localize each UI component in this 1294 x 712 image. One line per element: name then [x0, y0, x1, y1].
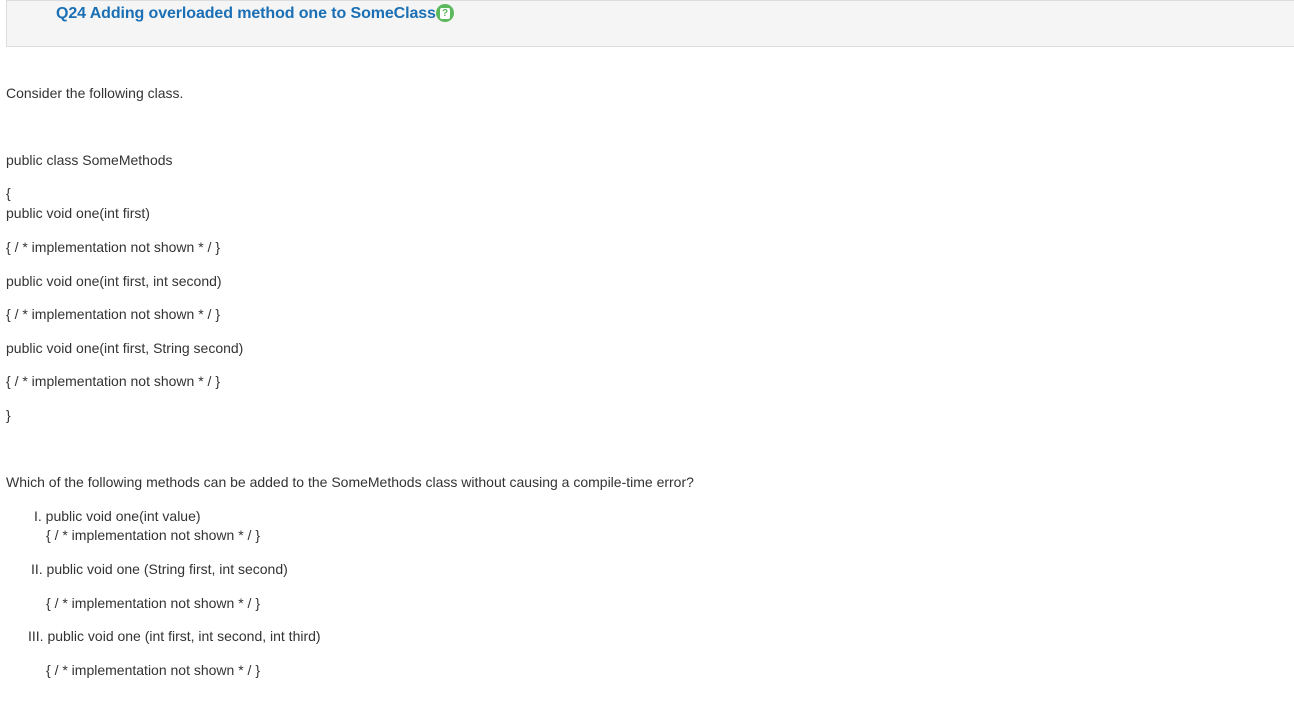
option-signature: I. public void one(int value)	[34, 508, 201, 524]
code-line: public void one(int first, String second…	[6, 340, 244, 356]
question-text: Which of the following methods can be ad…	[6, 474, 694, 490]
help-glyph: ?	[440, 7, 450, 19]
option-body: { / * implementation not shown * / }	[46, 527, 261, 543]
code-line: { / * implementation not shown * / }	[6, 306, 221, 322]
code-line: { / * implementation not shown * / }	[6, 373, 221, 389]
option-body: { / * implementation not shown * / }	[46, 662, 261, 678]
code-line: public class SomeMethods	[6, 152, 173, 168]
code-line: }	[6, 407, 11, 423]
code-line: {	[6, 185, 11, 201]
intro-text: Consider the following class.	[6, 85, 184, 101]
code-line: { / * implementation not shown * / }	[6, 239, 221, 255]
option-body: { / * implementation not shown * / }	[46, 595, 261, 611]
question-header: Q24 Adding overloaded method one to Some…	[6, 0, 1294, 47]
code-line: public void one(int first, int second)	[6, 273, 222, 289]
question-title[interactable]: Q24 Adding overloaded method one to Some…	[56, 5, 436, 23]
code-line: public void one(int first)	[6, 205, 150, 221]
option-signature: II. public void one (String first, int s…	[31, 561, 288, 577]
help-icon[interactable]: ?	[436, 4, 454, 22]
option-signature: III. public void one (int first, int sec…	[28, 628, 321, 644]
